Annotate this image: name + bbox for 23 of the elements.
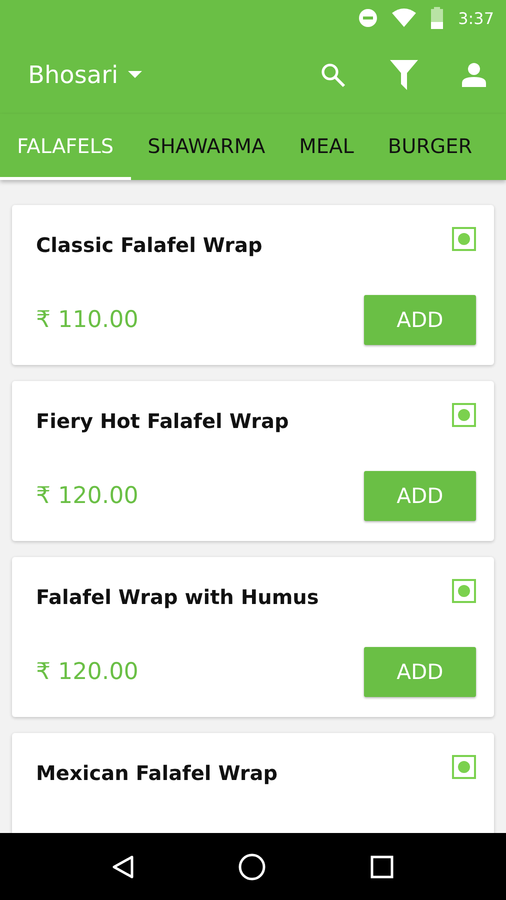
back-icon[interactable] — [112, 854, 134, 878]
category-tab[interactable]: FALAFELS — [0, 114, 131, 180]
battery-icon — [430, 7, 444, 29]
wifi-icon — [392, 8, 416, 28]
add-button[interactable]: ADD — [364, 471, 476, 521]
recents-icon[interactable] — [370, 854, 394, 878]
do-not-disturb-icon — [358, 8, 378, 28]
item-price: ₹ 120.00 — [36, 659, 138, 685]
home-icon[interactable] — [238, 852, 266, 880]
item-name: Mexican Falafel Wrap — [36, 761, 278, 785]
item-name: Fiery Hot Falafel Wrap — [36, 409, 289, 433]
item-name: Classic Falafel Wrap — [36, 233, 262, 257]
add-button[interactable]: ADD — [364, 647, 476, 697]
category-tab[interactable]: BURGER — [370, 114, 490, 180]
item-name: Falafel Wrap with Humus — [36, 585, 319, 609]
category-tab[interactable]: MEAL — [282, 114, 371, 180]
item-price: ₹ 110.00 — [36, 307, 138, 333]
add-button[interactable]: ADD — [364, 295, 476, 345]
item-price: ₹ 120.00 — [36, 483, 138, 509]
caret-icon — [128, 71, 142, 79]
category-tab[interactable]: SHAWARMA — [130, 114, 282, 180]
location-dropdown[interactable]: Bhosari — [28, 61, 142, 89]
clock-time: 3:37 — [458, 8, 494, 28]
